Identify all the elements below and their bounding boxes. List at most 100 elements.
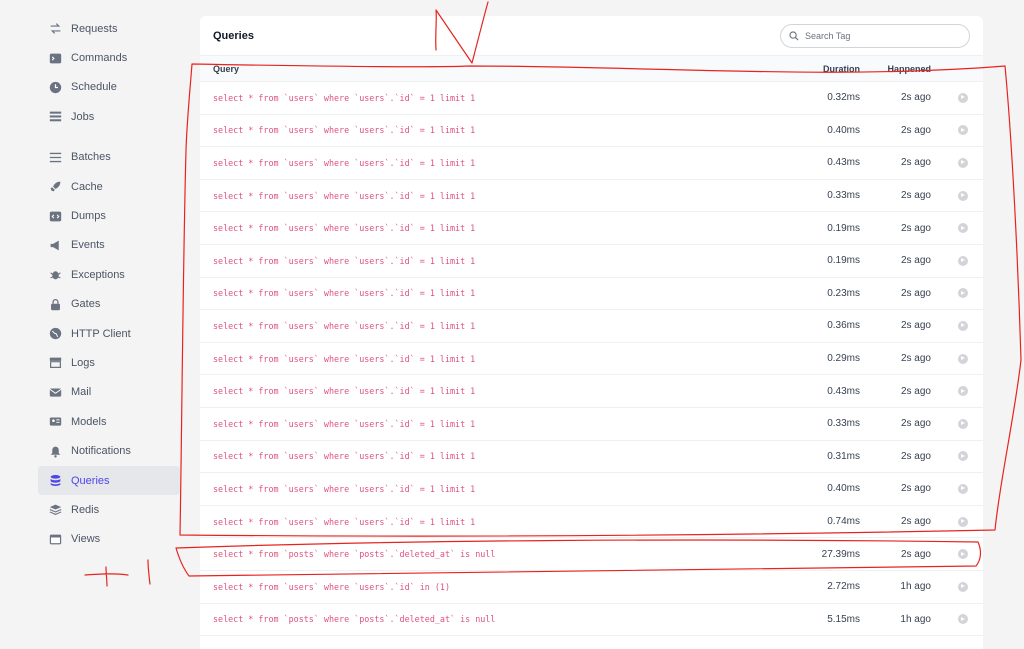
query-text: select * from `users` where `users`.`id`… (213, 386, 476, 397)
duration-value: 0.33ms (827, 190, 860, 202)
table-row[interactable]: select * from `posts` where `posts`.`del… (200, 538, 983, 571)
query-text: select * from `users` where `users`.`id`… (213, 581, 450, 592)
table-row[interactable]: select * from `posts` where `posts`.`del… (200, 604, 983, 637)
sidebar-item-logs[interactable]: Logs (38, 348, 180, 377)
sidebar-item-jobs[interactable]: Jobs (38, 102, 180, 131)
sidebar-item-redis[interactable]: Redis (38, 495, 180, 524)
happened-value: 1h ago (900, 581, 931, 593)
row-actions (931, 92, 983, 103)
details-arrow-icon[interactable] (958, 320, 968, 331)
search-icon (789, 30, 799, 40)
duration-value: 0.40ms (827, 483, 860, 495)
sidebar-item-label: Batches (71, 151, 111, 164)
bell-icon (48, 444, 62, 458)
query-text: select * from `users` where `users`.`id`… (213, 92, 476, 103)
details-arrow-icon[interactable] (958, 255, 968, 266)
details-arrow-icon[interactable] (958, 614, 968, 625)
details-arrow-icon[interactable] (958, 451, 968, 462)
sidebar-item-label: Requests (71, 22, 118, 35)
sidebar-item-label: Commands (71, 52, 128, 65)
details-arrow-icon[interactable] (958, 418, 968, 429)
happened-value: 2s ago (900, 483, 931, 495)
search-input[interactable] (805, 30, 955, 41)
table-row[interactable]: select * from `users` where `users`.`id`… (200, 278, 983, 311)
sidebar-item-cache[interactable]: Cache (38, 172, 180, 201)
sidebar-item-http-client[interactable]: HTTP Client (38, 319, 180, 348)
table-row[interactable]: select * from `users` where `users`.`id`… (200, 82, 983, 115)
sidebar-item-batches[interactable]: Batches (38, 143, 180, 172)
sidebar-item-gates[interactable]: Gates (38, 290, 180, 319)
sidebar-item-label: Dumps (71, 210, 106, 223)
table-row[interactable]: select * from `users` where `users`.`id`… (200, 506, 983, 539)
sidebar-item-events[interactable]: Events (38, 231, 180, 260)
happened-value: 2s ago (900, 124, 931, 136)
details-arrow-icon[interactable] (958, 386, 968, 397)
sidebar-item-queries[interactable]: Queries (38, 465, 180, 496)
nav-divider (38, 132, 180, 143)
query-text: select * from `users` where `users`.`id`… (213, 418, 476, 429)
table-row[interactable]: select * from `users` where `users`.`id`… (200, 375, 983, 408)
page-title: Queries (213, 29, 254, 42)
search-box[interactable] (780, 23, 970, 48)
sidebar-item-dumps[interactable]: Dumps (38, 201, 180, 230)
sidebar-item-label: Views (71, 533, 101, 546)
annotation-one-mark (147, 559, 151, 585)
id-card-icon (48, 415, 62, 429)
query-table-body: select * from `users` where `users`.`id`… (200, 82, 983, 637)
row-actions (931, 418, 983, 429)
column-header-duration: Duration (823, 63, 860, 74)
row-actions (931, 386, 983, 397)
query-text: select * from `posts` where `posts`.`del… (213, 614, 496, 625)
details-arrow-icon[interactable] (958, 92, 968, 103)
sidebar-item-requests[interactable]: Requests (38, 14, 180, 43)
sidebar-item-models[interactable]: Models (38, 407, 180, 436)
row-actions (931, 223, 983, 234)
details-arrow-icon[interactable] (958, 581, 968, 592)
table-row[interactable]: select * from `users` where `users`.`id`… (200, 310, 983, 343)
table-row[interactable]: select * from `users` where `users`.`id`… (200, 571, 983, 604)
sidebar-item-exceptions[interactable]: Exceptions (38, 260, 180, 289)
details-arrow-icon[interactable] (958, 483, 968, 494)
rocket-icon (48, 180, 62, 194)
table-row[interactable]: select * from `users` where `users`.`id`… (200, 408, 983, 441)
sidebar-item-label: HTTP Client (71, 327, 131, 340)
details-arrow-icon[interactable] (958, 353, 968, 364)
sidebar-item-mail[interactable]: Mail (38, 378, 180, 407)
happened-value: 1h ago (900, 613, 931, 625)
query-text: select * from `users` where `users`.`id`… (213, 190, 476, 201)
sidebar-item-views[interactable]: Views (38, 525, 180, 554)
query-text: select * from `users` where `users`.`id`… (213, 451, 476, 462)
happened-value: 2s ago (900, 385, 931, 397)
table-row[interactable]: select * from `users` where `users`.`id`… (200, 441, 983, 474)
details-arrow-icon[interactable] (958, 288, 968, 299)
table-row[interactable]: select * from `users` where `users`.`id`… (200, 343, 983, 376)
query-text: select * from `posts` where `posts`.`del… (213, 549, 496, 560)
sidebar-item-label: Exceptions (71, 268, 125, 281)
card-header: Queries (200, 16, 983, 56)
details-arrow-icon[interactable] (958, 223, 968, 234)
details-arrow-icon[interactable] (958, 516, 968, 527)
sidebar-item-commands[interactable]: Commands (38, 43, 180, 72)
details-arrow-icon[interactable] (958, 549, 968, 560)
queries-card: Queries Query Duration Happened select *… (200, 16, 983, 649)
table-row[interactable]: select * from `users` where `users`.`id`… (200, 212, 983, 245)
sidebar-item-notifications[interactable]: Notifications (38, 436, 180, 465)
details-arrow-icon[interactable] (958, 125, 968, 136)
sidebar-item-schedule[interactable]: Schedule (38, 73, 180, 102)
details-arrow-icon[interactable] (958, 190, 968, 201)
table-row[interactable]: select * from `users` where `users`.`id`… (200, 180, 983, 213)
table-row[interactable]: select * from `users` where `users`.`id`… (200, 473, 983, 506)
sidebar-item-label: Mail (71, 386, 92, 399)
happened-value: 2s ago (900, 548, 931, 560)
database-icon (48, 474, 62, 488)
details-arrow-icon[interactable] (958, 157, 968, 168)
code-icon (48, 209, 62, 223)
row-actions (931, 451, 983, 462)
menu-icon (48, 150, 62, 164)
table-row[interactable]: select * from `users` where `users`.`id`… (200, 115, 983, 148)
table-row[interactable]: select * from `users` where `users`.`id`… (200, 245, 983, 278)
duration-value: 2.72ms (827, 581, 860, 593)
sidebar-item-label: Events (71, 239, 105, 252)
sidebar-item-label: Queries (71, 474, 110, 487)
table-row[interactable]: select * from `users` where `users`.`id`… (200, 147, 983, 180)
